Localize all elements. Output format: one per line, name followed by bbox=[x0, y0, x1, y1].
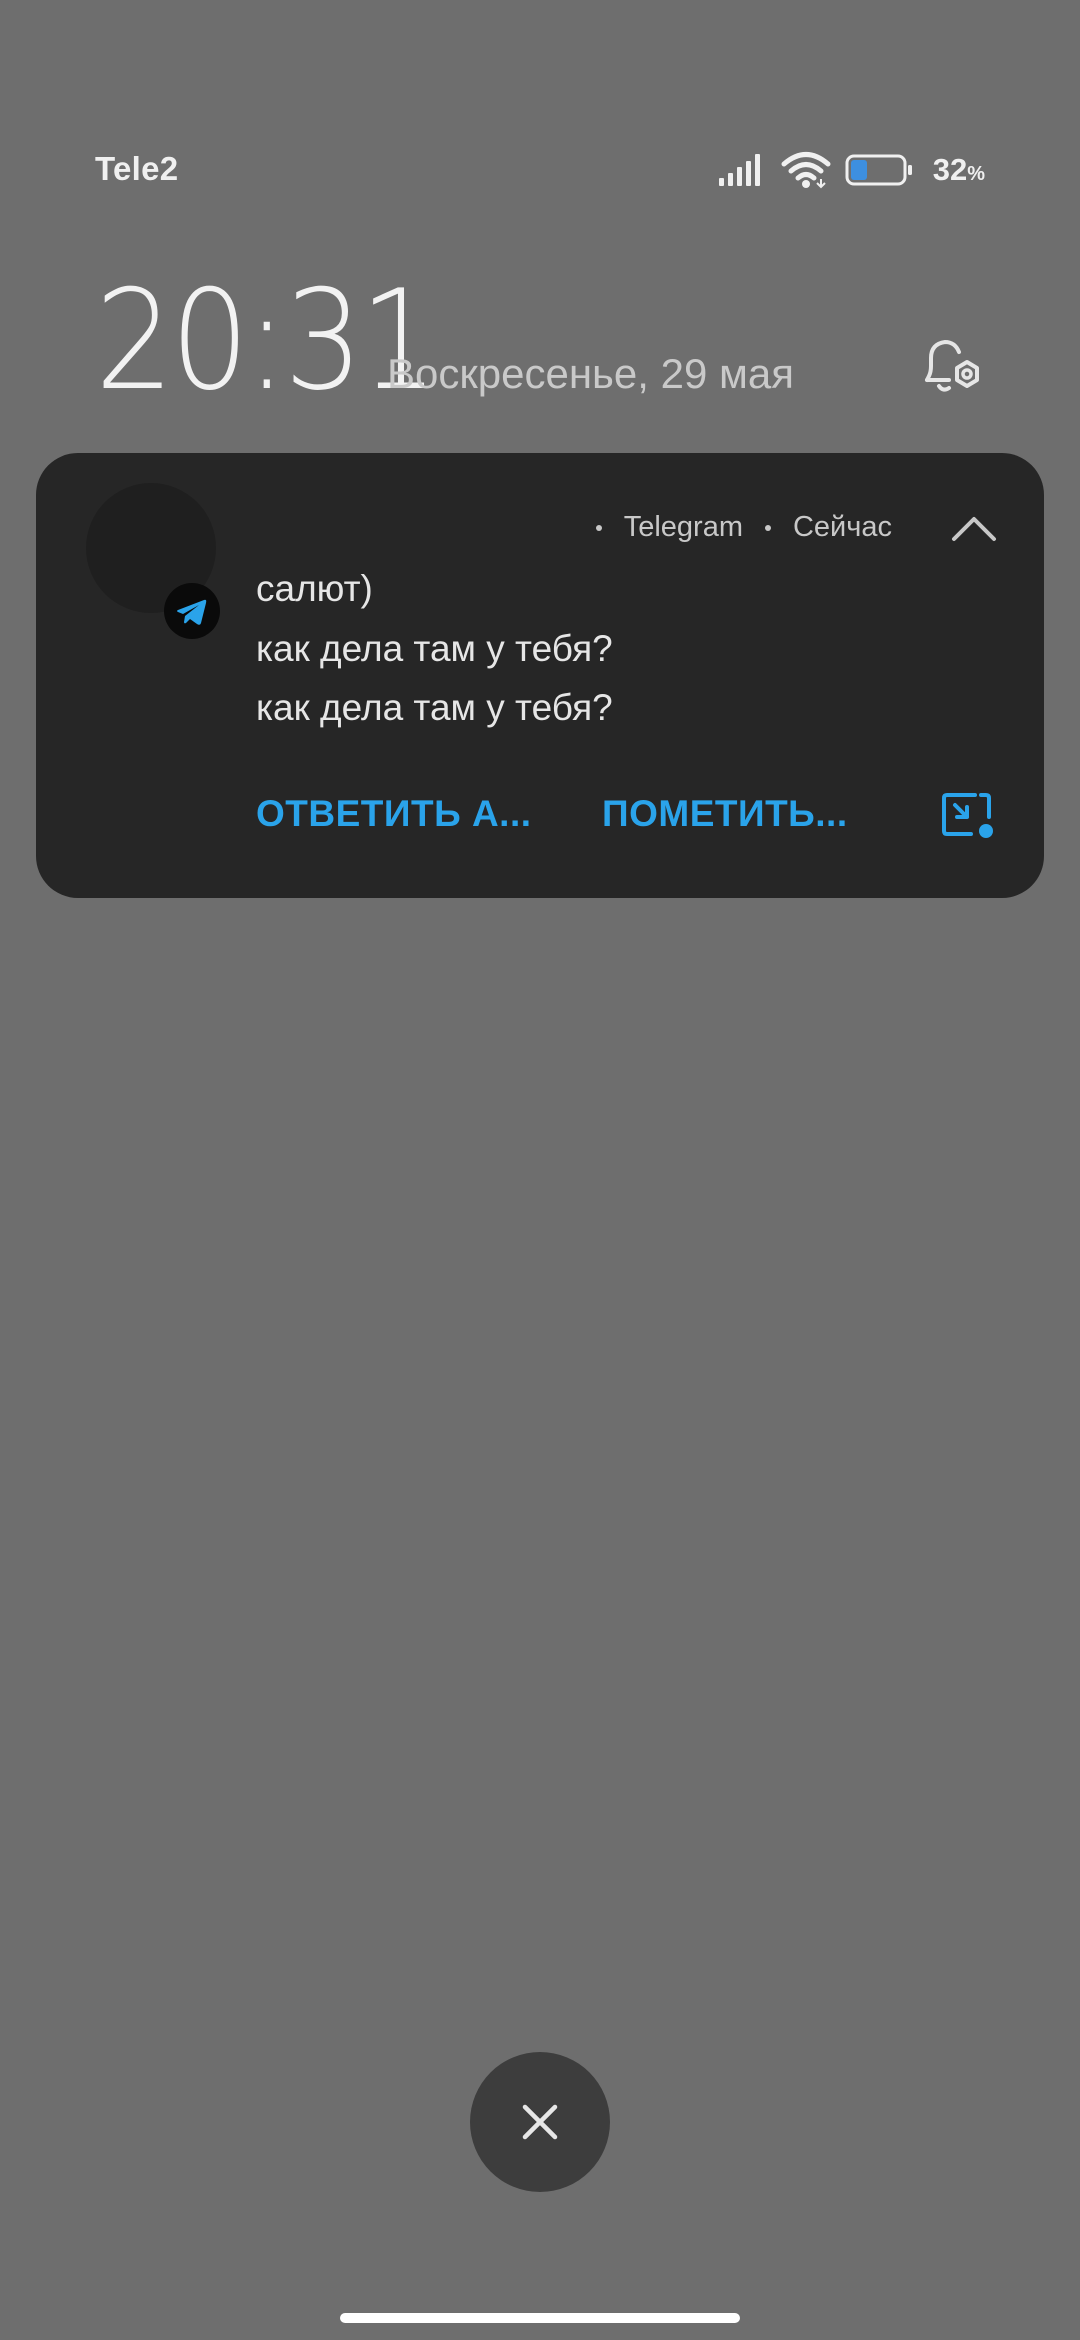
home-indicator[interactable] bbox=[340, 2313, 740, 2323]
signal-icon bbox=[718, 154, 767, 186]
message-line: салют) bbox=[256, 568, 373, 609]
separator-dot bbox=[764, 524, 771, 531]
carrier-label: Tele2 bbox=[95, 150, 179, 187]
message-line: как дела там у тебя? bbox=[256, 687, 613, 728]
battery-icon bbox=[845, 154, 915, 186]
telegram-notification-card[interactable]: Telegram Сейчас салют) как дела там у те… bbox=[36, 453, 1044, 898]
lockscreen-clock: 20:31 bbox=[95, 260, 439, 421]
status-icons: 32% bbox=[718, 148, 985, 192]
app-name: Telegram bbox=[623, 511, 743, 543]
chevron-up-icon bbox=[952, 517, 996, 541]
notification-time: Сейчас bbox=[792, 511, 892, 543]
battery-percent: 32% bbox=[932, 152, 985, 187]
lockscreen-date: Воскресенье, 29 мая bbox=[387, 350, 794, 397]
notification-meta: Telegram Сейчас bbox=[574, 511, 892, 544]
reply-action-button[interactable]: ОТВЕТИТЬ А... bbox=[256, 793, 532, 835]
telegram-icon bbox=[164, 583, 220, 639]
wifi-icon bbox=[781, 151, 831, 189]
message-line: как дела там у тебя? bbox=[256, 628, 613, 669]
clear-notifications-button[interactable] bbox=[470, 2052, 610, 2192]
separator-dot bbox=[595, 524, 602, 531]
close-icon bbox=[522, 2104, 558, 2140]
floating-window-icon[interactable] bbox=[941, 791, 997, 841]
notification-settings-icon[interactable] bbox=[915, 332, 987, 404]
mark-read-action-button[interactable]: ПОМЕТИТЬ... bbox=[602, 793, 848, 835]
collapse-button[interactable] bbox=[944, 503, 1004, 553]
